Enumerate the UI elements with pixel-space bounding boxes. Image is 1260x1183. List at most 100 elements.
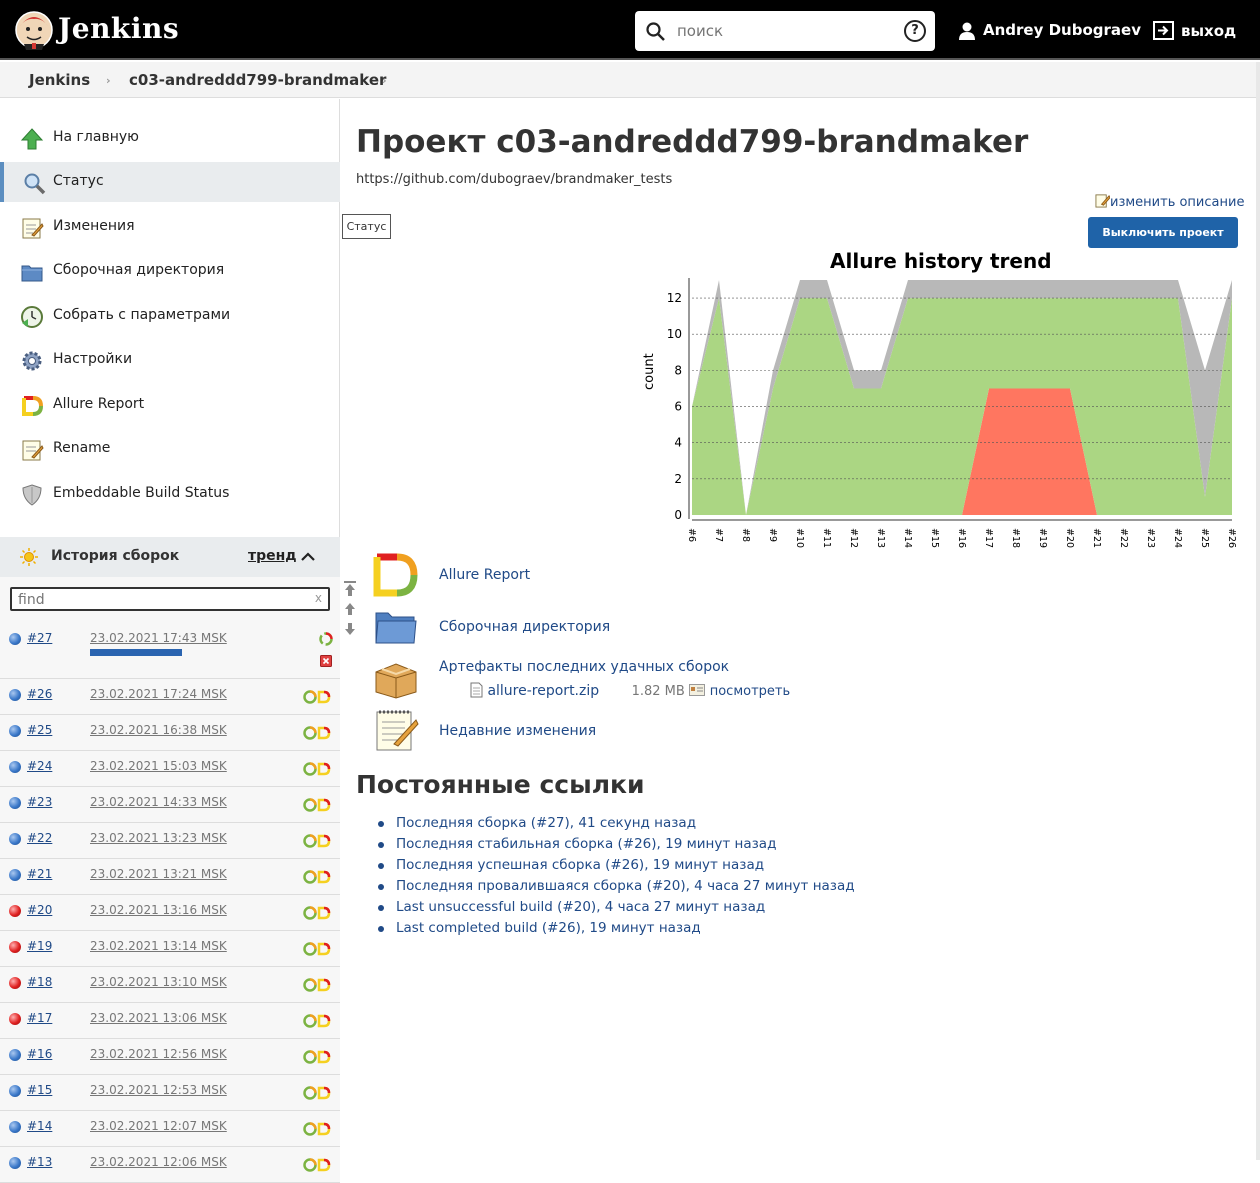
build-number-link[interactable]: #24 bbox=[27, 759, 52, 773]
build-filter-input[interactable] bbox=[18, 591, 298, 609]
build-row[interactable]: #24 23.02.2021 15:03 MSK bbox=[0, 751, 340, 787]
build-number-link[interactable]: #23 bbox=[27, 795, 52, 809]
scroll-to-top-icon[interactable] bbox=[344, 581, 356, 596]
build-number-link[interactable]: #19 bbox=[27, 939, 52, 953]
build-row[interactable]: #25 23.02.2021 16:38 MSK bbox=[0, 715, 340, 751]
build-date-link[interactable]: 23.02.2021 12:56 MSK bbox=[90, 1047, 227, 1061]
build-number-link[interactable]: #18 bbox=[27, 975, 52, 989]
permalink-last-stable[interactable]: Последняя стабильная сборка (#26), 19 ми… bbox=[378, 836, 855, 857]
breadcrumb-separator-icon[interactable]: › bbox=[106, 74, 111, 87]
page-scrollbar[interactable] bbox=[1256, 62, 1260, 1160]
allure-history-trend-chart[interactable]: 0 2 4 6 8 10 12 #6 #7 #8 #9 #10 #11 #12 #13 #14 #15 #16 #1… bbox=[640, 270, 1240, 555]
build-date-link[interactable]: 23.02.2021 12:07 MSK bbox=[90, 1119, 227, 1133]
brand-name[interactable]: Jenkins bbox=[58, 12, 179, 45]
search-input[interactable] bbox=[677, 20, 897, 42]
sidebar-item-allure-report[interactable]: Allure Report bbox=[0, 385, 340, 425]
build-row[interactable]: #15 23.02.2021 12:53 MSK bbox=[0, 1075, 340, 1111]
build-number-link[interactable]: #22 bbox=[27, 831, 52, 845]
build-row[interactable]: #22 23.02.2021 13:23 MSK bbox=[0, 823, 340, 859]
action-allure-report[interactable]: Allure Report bbox=[372, 553, 1232, 597]
build-number-link[interactable]: #27 bbox=[27, 631, 52, 645]
build-row[interactable]: #26 23.02.2021 17:24 MSK bbox=[0, 679, 340, 715]
allure-report-icon[interactable] bbox=[302, 1049, 332, 1065]
artifact-view-link[interactable]: посмотреть bbox=[710, 684, 790, 699]
build-date-link[interactable]: 23.02.2021 12:06 MSK bbox=[90, 1155, 227, 1169]
build-date-link[interactable]: 23.02.2021 15:03 MSK bbox=[90, 759, 227, 773]
sidebar-item-home[interactable]: На главную bbox=[0, 118, 340, 158]
clear-filter-icon[interactable]: x bbox=[315, 591, 322, 605]
allure-report-icon[interactable] bbox=[302, 977, 332, 993]
build-date-link[interactable]: 23.02.2021 17:24 MSK bbox=[90, 687, 227, 701]
build-number-link[interactable]: #21 bbox=[27, 867, 52, 881]
breadcrumb-separator-icon[interactable]: › bbox=[382, 74, 387, 87]
build-date-link[interactable]: 23.02.2021 13:21 MSK bbox=[90, 867, 227, 881]
build-number-link[interactable]: #25 bbox=[27, 723, 52, 737]
permalink-last-successful[interactable]: Последняя успешная сборка (#26), 19 мину… bbox=[378, 857, 855, 878]
permalink-last-build[interactable]: Последняя сборка (#27), 41 секунд назад bbox=[378, 815, 855, 836]
allure-report-icon[interactable] bbox=[302, 869, 332, 885]
build-row[interactable]: #21 23.02.2021 13:21 MSK bbox=[0, 859, 340, 895]
action-workspace[interactable]: Сборочная директория bbox=[372, 605, 1232, 649]
allure-report-icon[interactable] bbox=[302, 689, 332, 705]
build-row[interactable]: #20 23.02.2021 13:16 MSK bbox=[0, 895, 340, 931]
build-number-link[interactable]: #20 bbox=[27, 903, 52, 917]
allure-report-icon[interactable] bbox=[302, 1013, 332, 1029]
build-row[interactable]: #23 23.02.2021 14:33 MSK bbox=[0, 787, 340, 823]
build-number-link[interactable]: #16 bbox=[27, 1047, 52, 1061]
build-date-link[interactable]: 23.02.2021 13:16 MSK bbox=[90, 903, 227, 917]
permalink-last-failed[interactable]: Последняя провалившаяся сборка (#20), 4 … bbox=[378, 878, 855, 899]
allure-report-icon[interactable] bbox=[302, 905, 332, 921]
build-date-link[interactable]: 23.02.2021 13:14 MSK bbox=[90, 939, 227, 953]
sidebar-item-settings[interactable]: Настройки bbox=[0, 340, 340, 380]
trend-link[interactable]: тренд bbox=[248, 548, 297, 564]
build-date-link[interactable]: 23.02.2021 17:43 MSK bbox=[90, 631, 227, 645]
build-number-link[interactable]: #14 bbox=[27, 1119, 52, 1133]
build-date-link[interactable]: 23.02.2021 14:33 MSK bbox=[90, 795, 227, 809]
breadcrumb-jenkins[interactable]: Jenkins bbox=[29, 71, 90, 89]
build-number-link[interactable]: #15 bbox=[27, 1083, 52, 1097]
allure-report-icon[interactable] bbox=[302, 941, 332, 957]
sidebar-item-workspace[interactable]: Сборочная директория bbox=[0, 251, 340, 291]
scroll-down-icon[interactable] bbox=[345, 623, 355, 635]
sidebar-item-build-with-params[interactable]: Собрать с параметрами bbox=[0, 296, 340, 336]
jenkins-logo[interactable] bbox=[14, 10, 54, 50]
scroll-up-icon[interactable] bbox=[345, 603, 355, 615]
sidebar-item-embeddable-build-status[interactable]: Embeddable Build Status bbox=[0, 474, 340, 514]
build-row[interactable]: #27 23.02.2021 17:43 MSK bbox=[0, 623, 340, 679]
allure-report-icon[interactable] bbox=[302, 725, 332, 741]
logout-link[interactable]: выход bbox=[1181, 22, 1236, 40]
build-date-link[interactable]: 23.02.2021 16:38 MSK bbox=[90, 723, 227, 737]
allure-report-icon[interactable] bbox=[302, 833, 332, 849]
artifact-link[interactable]: allure-report.zip bbox=[487, 683, 599, 699]
allure-report-icon[interactable] bbox=[302, 761, 332, 777]
build-row[interactable]: #19 23.02.2021 13:14 MSK bbox=[0, 931, 340, 967]
build-date-link[interactable]: 23.02.2021 12:53 MSK bbox=[90, 1083, 227, 1097]
sidebar-item-status[interactable]: Статус bbox=[0, 162, 340, 202]
build-row[interactable]: #18 23.02.2021 13:10 MSK bbox=[0, 967, 340, 1003]
build-number-link[interactable]: #26 bbox=[27, 687, 52, 701]
build-row[interactable]: #17 23.02.2021 13:06 MSK bbox=[0, 1003, 340, 1039]
build-row[interactable]: #16 23.02.2021 12:56 MSK bbox=[0, 1039, 340, 1075]
help-icon[interactable]: ? bbox=[904, 20, 926, 42]
build-date-link[interactable]: 23.02.2021 13:23 MSK bbox=[90, 831, 227, 845]
build-row[interactable]: #13 23.02.2021 12:06 MSK bbox=[0, 1147, 340, 1183]
build-number-link[interactable]: #17 bbox=[27, 1011, 52, 1025]
chevron-up-icon[interactable] bbox=[298, 547, 318, 567]
allure-running-icon[interactable] bbox=[318, 631, 334, 647]
allure-report-icon[interactable] bbox=[302, 1085, 332, 1101]
breadcrumb-project[interactable]: c03-andreddd799-brandmaker bbox=[129, 71, 386, 89]
allure-report-icon[interactable] bbox=[302, 797, 332, 813]
allure-report-icon[interactable] bbox=[302, 1121, 332, 1137]
permalink-last-completed[interactable]: Last completed build (#26), 19 минут наз… bbox=[378, 920, 855, 941]
user-name-link[interactable]: Andrey Dubograev bbox=[983, 21, 1141, 39]
action-recent-changes[interactable]: Недавние изменения bbox=[372, 708, 1232, 752]
permalink-last-unsuccessful[interactable]: Last unsuccessful build (#20), 4 часа 27… bbox=[378, 899, 855, 920]
cancel-build-icon[interactable] bbox=[320, 655, 332, 667]
sidebar-item-rename[interactable]: Rename bbox=[0, 429, 340, 469]
build-date-link[interactable]: 23.02.2021 13:06 MSK bbox=[90, 1011, 227, 1025]
logout-icon[interactable] bbox=[1153, 21, 1175, 41]
disable-project-button[interactable]: Выключить проект bbox=[1088, 217, 1238, 248]
build-date-link[interactable]: 23.02.2021 13:10 MSK bbox=[90, 975, 227, 989]
edit-description-link[interactable]: изменить описание bbox=[1095, 193, 1244, 210]
build-number-link[interactable]: #13 bbox=[27, 1155, 52, 1169]
